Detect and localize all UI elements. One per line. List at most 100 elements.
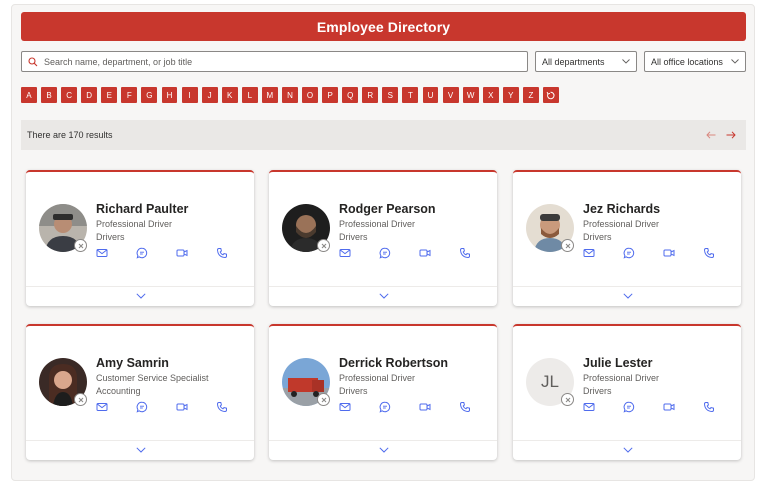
presence-offline-icon <box>561 393 574 406</box>
letter-button-h[interactable]: H <box>161 87 178 103</box>
chat-button[interactable] <box>136 401 148 413</box>
video-call-button[interactable] <box>176 247 188 259</box>
phone-call-button[interactable] <box>703 401 715 413</box>
letter-button-i[interactable]: I <box>181 87 198 103</box>
expand-card-button[interactable] <box>134 290 148 302</box>
arrow-right-icon <box>726 131 736 139</box>
email-button[interactable] <box>339 247 351 259</box>
video-call-button[interactable] <box>176 401 188 413</box>
employee-card-jez-richards[interactable]: Jez Richards Professional Driver Drivers <box>513 170 741 306</box>
phone-icon <box>216 401 228 413</box>
letter-button-p[interactable]: P <box>322 87 339 103</box>
letter-button-o[interactable]: O <box>302 87 318 103</box>
chat-button[interactable] <box>136 247 148 259</box>
video-call-button[interactable] <box>419 247 431 259</box>
video-icon <box>663 401 675 413</box>
expand-card-button[interactable] <box>377 290 391 302</box>
chevron-down-icon <box>379 293 389 299</box>
expand-card-button[interactable] <box>377 444 391 456</box>
letter-button-y[interactable]: Y <box>502 87 519 103</box>
previous-page-button[interactable] <box>704 128 718 142</box>
expand-card-button[interactable] <box>134 444 148 456</box>
contact-actions <box>96 247 228 259</box>
chat-button[interactable] <box>623 401 635 413</box>
expand-card-button[interactable] <box>621 290 635 302</box>
employee-role: Professional Driver <box>339 373 416 383</box>
avatar <box>39 358 87 406</box>
letter-button-k[interactable]: K <box>221 87 238 103</box>
chevron-down-icon <box>731 59 739 64</box>
letter-button-j[interactable]: J <box>201 87 218 103</box>
letter-button-s[interactable]: S <box>382 87 399 103</box>
letter-button-m[interactable]: M <box>261 87 278 103</box>
video-icon <box>419 247 431 259</box>
chevron-down-icon <box>622 59 630 64</box>
card-divider <box>269 286 497 287</box>
phone-call-button[interactable] <box>459 401 471 413</box>
phone-call-button[interactable] <box>216 247 228 259</box>
search-input[interactable] <box>44 56 514 67</box>
letter-button-t[interactable]: T <box>402 87 419 103</box>
phone-call-button[interactable] <box>216 401 228 413</box>
email-button[interactable] <box>583 401 595 413</box>
employee-card-rodger-pearson[interactable]: Rodger Pearson Professional Driver Drive… <box>269 170 497 306</box>
search-box[interactable] <box>21 51 528 72</box>
card-divider <box>269 440 497 441</box>
letter-button-d[interactable]: D <box>81 87 98 103</box>
employee-card-derrick-robertson[interactable]: Derrick Robertson Professional Driver Dr… <box>269 324 497 460</box>
department-filter[interactable]: All departments <box>535 51 637 72</box>
next-page-button[interactable] <box>724 128 738 142</box>
email-button[interactable] <box>583 247 595 259</box>
phone-icon <box>459 401 471 413</box>
video-icon <box>176 401 188 413</box>
alphabet-filter: A B C D E F G H I J K L M N O P Q R S T … <box>21 87 559 103</box>
letter-button-l[interactable]: L <box>241 87 258 103</box>
employee-department: Accounting <box>96 386 141 396</box>
letter-button-a[interactable]: A <box>21 87 37 103</box>
video-call-button[interactable] <box>663 247 675 259</box>
card-divider <box>513 286 741 287</box>
chat-button[interactable] <box>623 247 635 259</box>
employee-card-amy-samrin[interactable]: Amy Samrin Customer Service Specialist A… <box>26 324 254 460</box>
chat-button[interactable] <box>379 401 391 413</box>
chevron-down-icon <box>623 293 633 299</box>
employee-card-richard-paulter[interactable]: Richard Paulter Professional Driver Driv… <box>26 170 254 306</box>
letter-button-w[interactable]: W <box>462 87 479 103</box>
letter-button-g[interactable]: G <box>141 87 158 103</box>
email-button[interactable] <box>96 247 108 259</box>
letter-button-z[interactable]: Z <box>522 87 539 103</box>
letter-button-r[interactable]: R <box>362 87 379 103</box>
location-filter-value: All office locations <box>651 56 723 67</box>
reset-filter-button[interactable] <box>543 87 559 103</box>
letter-button-c[interactable]: C <box>61 87 78 103</box>
letter-button-b[interactable]: B <box>41 87 57 103</box>
letter-button-u[interactable]: U <box>422 87 439 103</box>
letter-button-x[interactable]: X <box>482 87 499 103</box>
email-button[interactable] <box>339 401 351 413</box>
chat-button[interactable] <box>379 247 391 259</box>
video-call-button[interactable] <box>663 401 675 413</box>
phone-icon <box>216 247 228 259</box>
presence-offline-icon <box>317 239 330 252</box>
employee-role: Professional Driver <box>339 219 416 229</box>
employee-name: Jez Richards <box>583 202 661 216</box>
video-icon <box>419 401 431 413</box>
location-filter[interactable]: All office locations <box>644 51 746 72</box>
expand-card-button[interactable] <box>621 444 635 456</box>
email-button[interactable] <box>96 401 108 413</box>
letter-button-n[interactable]: N <box>282 87 298 103</box>
letter-button-e[interactable]: E <box>101 87 118 103</box>
contact-actions <box>96 401 228 413</box>
employee-card-julie-lester[interactable]: JL Julie Lester Professional Driver Driv… <box>513 324 741 460</box>
letter-button-q[interactable]: Q <box>342 87 359 103</box>
letter-button-f[interactable]: F <box>121 87 138 103</box>
letter-button-v[interactable]: V <box>442 87 459 103</box>
contact-actions <box>339 247 471 259</box>
results-bar: There are 170 results <box>21 120 746 150</box>
phone-call-button[interactable] <box>459 247 471 259</box>
phone-call-button[interactable] <box>703 247 715 259</box>
avatar <box>39 204 87 252</box>
video-call-button[interactable] <box>419 401 431 413</box>
employee-department: Drivers <box>583 386 612 396</box>
card-divider <box>26 286 254 287</box>
